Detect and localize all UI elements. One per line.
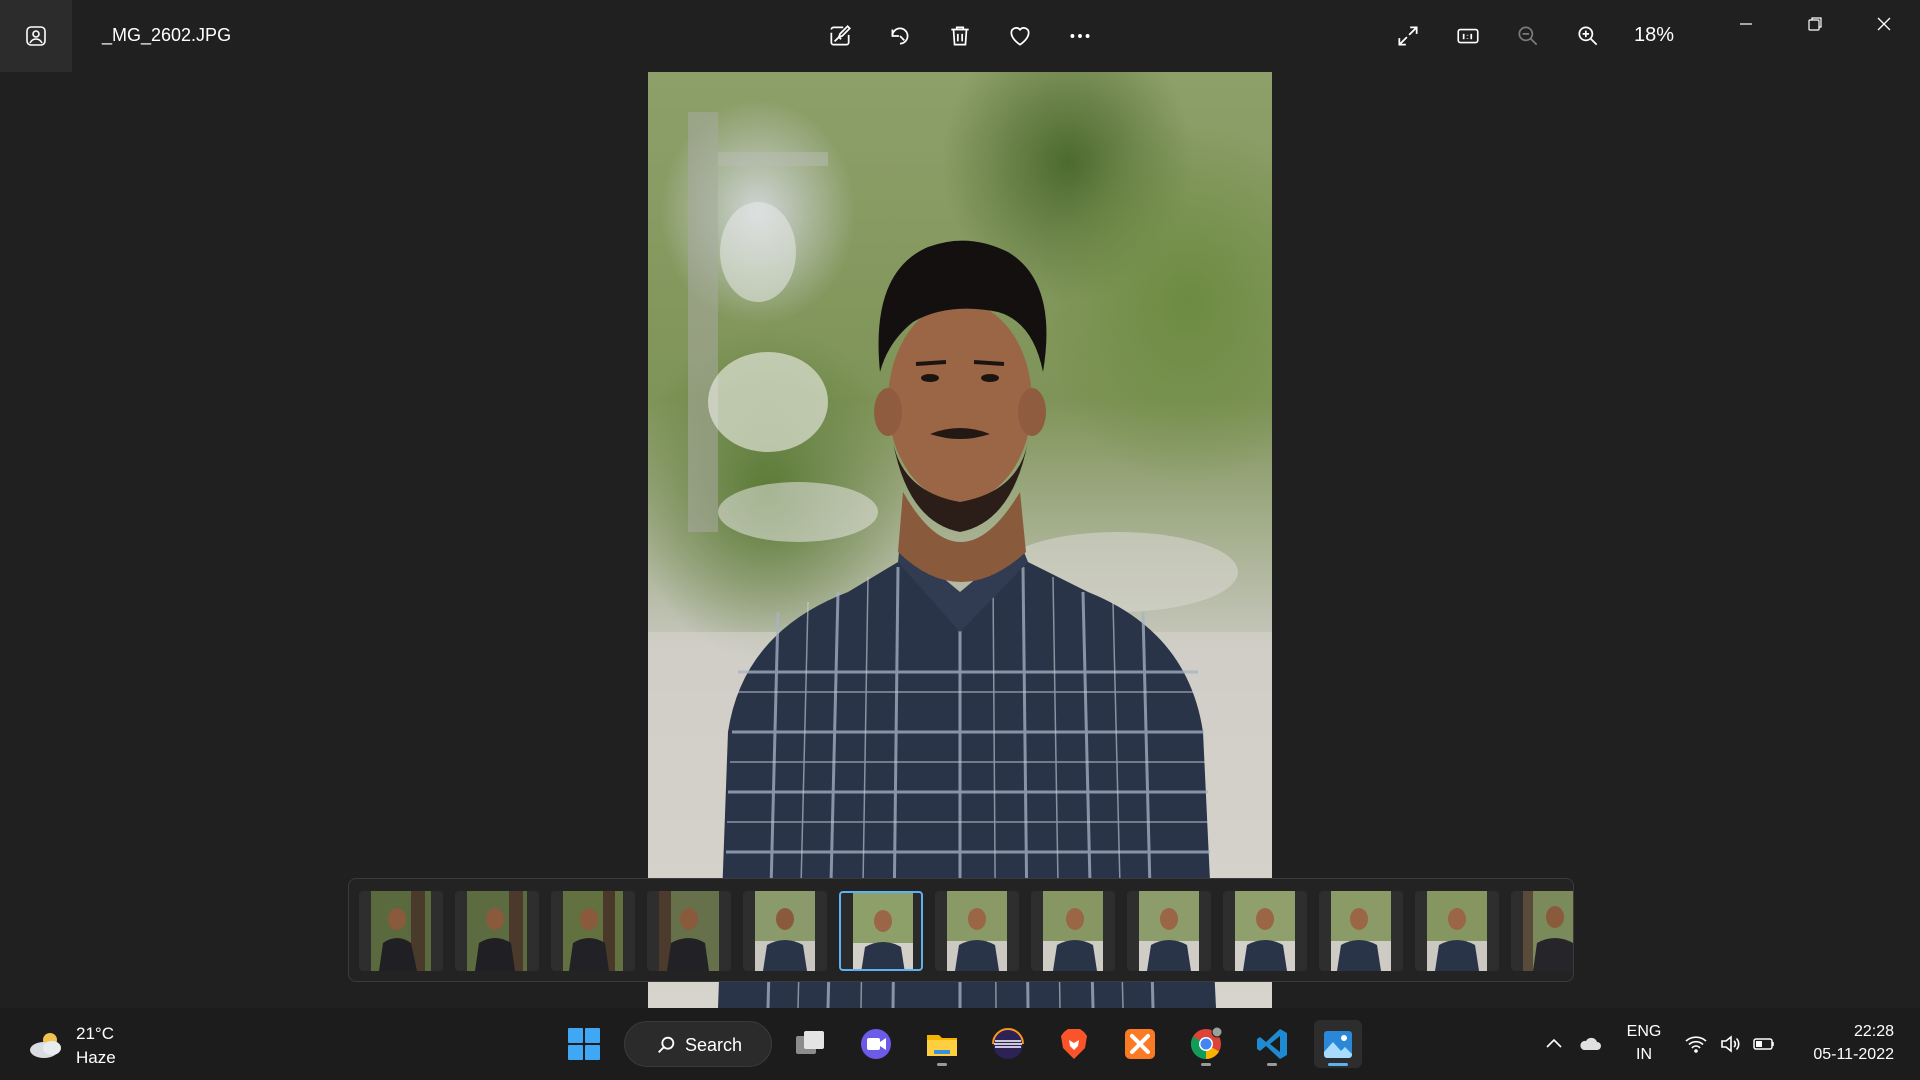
weather-temperature[interactable]: 21°C <box>76 1024 114 1044</box>
filmstrip-thumbnail-selected[interactable] <box>839 891 923 971</box>
minimize-icon <box>1740 23 1752 25</box>
file-explorer-icon <box>927 1035 957 1056</box>
clock-time[interactable]: 22:28 <box>1790 1023 1894 1041</box>
taskbar: 21°C Haze Search ENG IN 22:28 05-11-2022 <box>0 1008 1920 1080</box>
active-indicator <box>1328 1063 1348 1066</box>
restore-icon <box>1808 17 1822 31</box>
fullscreen-icon <box>1398 26 1418 46</box>
search-label: Search <box>685 1035 743 1055</box>
chrome-icon <box>1190 1026 1223 1059</box>
filmstrip-thumbnail[interactable] <box>1511 891 1573 971</box>
running-indicator <box>937 1063 947 1066</box>
file-name-title: _MG_2602.JPG <box>102 25 232 45</box>
actual-size-button[interactable] <box>1446 14 1490 58</box>
brave-icon <box>1061 1029 1087 1059</box>
eclipse-button[interactable] <box>984 1020 1032 1068</box>
filmstrip-thumbnail[interactable] <box>551 891 635 971</box>
filmstrip-thumbnail[interactable] <box>1031 891 1115 971</box>
edit-image-icon <box>830 25 851 46</box>
filmstrip-thumbnail[interactable] <box>455 891 539 971</box>
filmstrip-thumbnail[interactable] <box>1415 891 1499 971</box>
clock-date[interactable]: 05-11-2022 <box>1790 1046 1894 1064</box>
delete-button[interactable] <box>938 14 982 58</box>
teams-chat-icon <box>861 1029 891 1059</box>
filmstrip-thumbnail[interactable] <box>1127 891 1211 971</box>
filmstrip-thumbnail[interactable] <box>935 891 1019 971</box>
weather-haze-icon[interactable] <box>28 1030 64 1060</box>
zoom-in-button[interactable] <box>1566 14 1610 58</box>
filmstrip-thumbnail[interactable] <box>743 891 827 971</box>
favorite-button[interactable] <box>998 14 1042 58</box>
close-icon <box>1877 17 1891 31</box>
brave-browser-button[interactable] <box>1050 1020 1098 1068</box>
xampp-icon <box>1125 1029 1155 1059</box>
photos-app-window: _MG_2602.JPG 18% 21°C Haze Search ENG IN… <box>0 0 1920 1080</box>
chrome-button[interactable] <box>1182 1020 1230 1068</box>
title-bar: _MG_2602.JPG 18% <box>0 0 1920 72</box>
close-button[interactable] <box>1856 6 1912 42</box>
actual-size-icon <box>1457 28 1479 44</box>
language-indicator-line1[interactable]: ENG <box>1622 1023 1666 1041</box>
task-view-icon <box>796 1031 824 1054</box>
more-options-icon <box>1070 34 1090 38</box>
zoom-level-label[interactable]: 18% <box>1634 24 1674 47</box>
vscode-button[interactable] <box>1248 1020 1296 1068</box>
wifi-icon[interactable] <box>1684 1032 1708 1056</box>
filmstrip <box>348 878 1574 982</box>
task-view-button[interactable] <box>786 1020 834 1068</box>
onedrive-cloud-icon[interactable] <box>1578 1032 1602 1056</box>
taskbar-search-box[interactable]: Search <box>624 1021 772 1067</box>
weather-condition[interactable]: Haze <box>76 1048 116 1068</box>
battery-icon[interactable] <box>1752 1032 1776 1056</box>
eclipse-icon <box>992 1028 1024 1059</box>
minimize-button[interactable] <box>1718 6 1774 42</box>
running-indicator <box>1201 1063 1211 1066</box>
volume-icon[interactable] <box>1718 1032 1742 1056</box>
filmstrip-thumbnail[interactable] <box>1223 891 1307 971</box>
start-icon <box>568 1028 600 1060</box>
vscode-icon <box>1257 1029 1287 1059</box>
favorite-heart-icon <box>1010 27 1030 46</box>
running-indicator <box>1267 1063 1277 1066</box>
language-indicator-line2[interactable]: IN <box>1622 1046 1666 1064</box>
teams-chat-button[interactable] <box>852 1020 900 1068</box>
restore-button[interactable] <box>1787 6 1843 42</box>
start-button[interactable] <box>560 1020 608 1068</box>
zoom-out-icon <box>1518 26 1538 46</box>
edit-image-button[interactable] <box>818 14 862 58</box>
delete-icon <box>951 26 969 46</box>
more-options-button[interactable] <box>1058 14 1102 58</box>
search-icon <box>658 1036 675 1053</box>
portrait-photo-image <box>648 112 1272 1008</box>
filmstrip-thumbnail[interactable] <box>1319 891 1403 971</box>
rotate-icon <box>891 27 909 45</box>
photos-button[interactable] <box>1314 1020 1362 1068</box>
xampp-button[interactable] <box>1116 1020 1164 1068</box>
file-explorer-button[interactable] <box>918 1020 966 1068</box>
filmstrip-thumbnail[interactable] <box>359 891 443 971</box>
zoom-in-icon <box>1578 26 1598 46</box>
photos-icon <box>1324 1031 1352 1058</box>
show-hidden-icons-chevron-icon[interactable] <box>1542 1032 1566 1056</box>
photos-app-icon[interactable] <box>0 0 72 72</box>
main-photo[interactable] <box>648 72 1272 1008</box>
rotate-button[interactable] <box>878 14 922 58</box>
fullscreen-button[interactable] <box>1386 14 1430 58</box>
filmstrip-thumbnail[interactable] <box>647 891 731 971</box>
zoom-out-button[interactable] <box>1506 14 1550 58</box>
